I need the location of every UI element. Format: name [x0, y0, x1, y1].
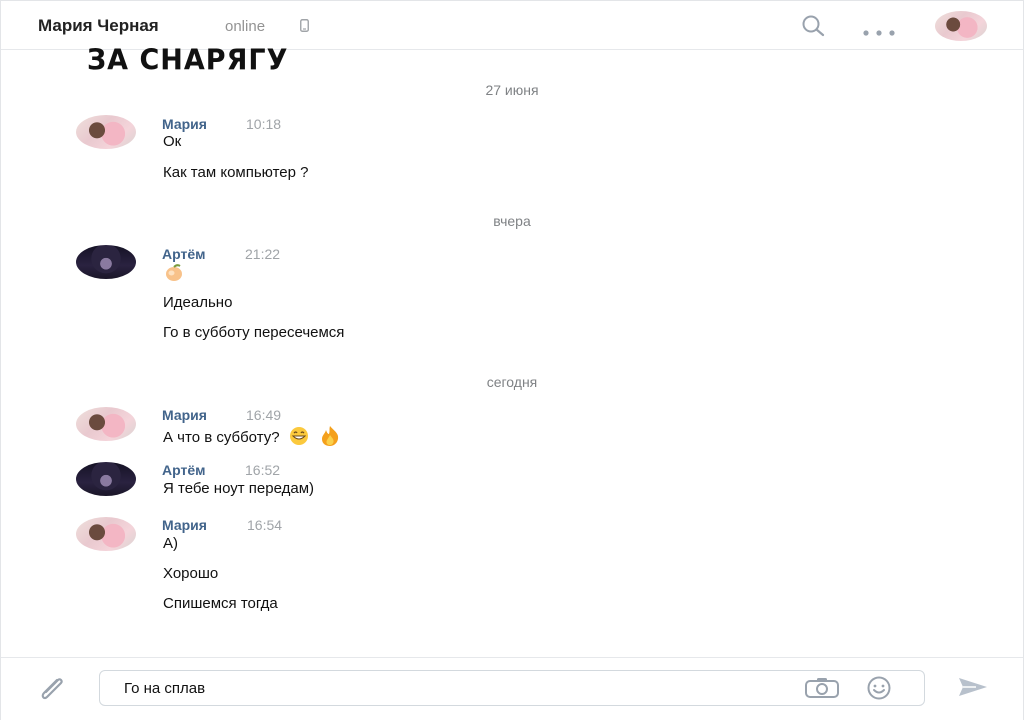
message-author[interactable]: Мария: [162, 517, 207, 533]
contact-status: online: [225, 18, 266, 35]
message-text: А что в субботу?: [163, 428, 280, 446]
message-time: 21:22: [245, 246, 281, 262]
message-text: Хорошо: [163, 565, 219, 582]
message-author[interactable]: Мария: [162, 116, 207, 132]
contact-name[interactable]: Мария Черная: [38, 16, 159, 36]
message-text: Спишемся тогда: [163, 595, 278, 612]
message-time: 16:49: [246, 407, 282, 423]
send-icon[interactable]: [956, 676, 990, 703]
chat-header: Мария Черная online: [1, 1, 1023, 50]
message-time: 10:18: [246, 116, 282, 132]
smile-icon[interactable]: [862, 676, 896, 705]
message-input-value[interactable]: Го на сплав: [124, 680, 205, 697]
message-author[interactable]: Артём: [162, 246, 205, 262]
message-text: А): [163, 535, 178, 552]
fire-emoji-icon: [318, 425, 342, 451]
avatar[interactable]: [76, 517, 136, 551]
camera-icon[interactable]: [804, 677, 840, 704]
message-author[interactable]: Мария: [162, 407, 207, 423]
peach-emoji-icon: [163, 264, 185, 286]
message-text: Идеально: [163, 294, 233, 311]
date-separator: 27 июня: [485, 82, 539, 98]
phone-icon: [300, 19, 309, 37]
overlay-caption: ЗА СНАРЯГУ: [87, 44, 289, 77]
date-separator: сегодня: [486, 374, 538, 390]
message-text: Го в субботу пересечемся: [163, 324, 345, 341]
message-text: Как там компьютер ?: [163, 164, 309, 181]
avatar[interactable]: [76, 407, 136, 441]
avatar[interactable]: [76, 245, 136, 279]
message-time: 16:52: [245, 462, 281, 478]
composer: Го на сплав: [1, 657, 1023, 720]
message-text: Я тебе ноут передам): [163, 480, 315, 497]
message-text: Ок: [163, 133, 182, 150]
message-author[interactable]: Артём: [162, 462, 205, 478]
paperclip-icon[interactable]: [35, 676, 69, 707]
more-icon[interactable]: [863, 23, 895, 41]
chat-window: Мария Черная online ЗА СНАРЯГУ 27 июня М…: [0, 0, 1024, 720]
date-separator: вчера: [493, 213, 531, 229]
header-avatar[interactable]: [935, 11, 987, 41]
search-icon[interactable]: [800, 14, 828, 43]
grin-emoji-icon: [287, 426, 311, 450]
avatar[interactable]: [76, 115, 136, 149]
message-time: 16:54: [247, 517, 283, 533]
avatar[interactable]: [76, 462, 136, 496]
message-row: А что в субботу?: [163, 425, 342, 451]
message-input[interactable]: Го на сплав: [99, 670, 925, 706]
